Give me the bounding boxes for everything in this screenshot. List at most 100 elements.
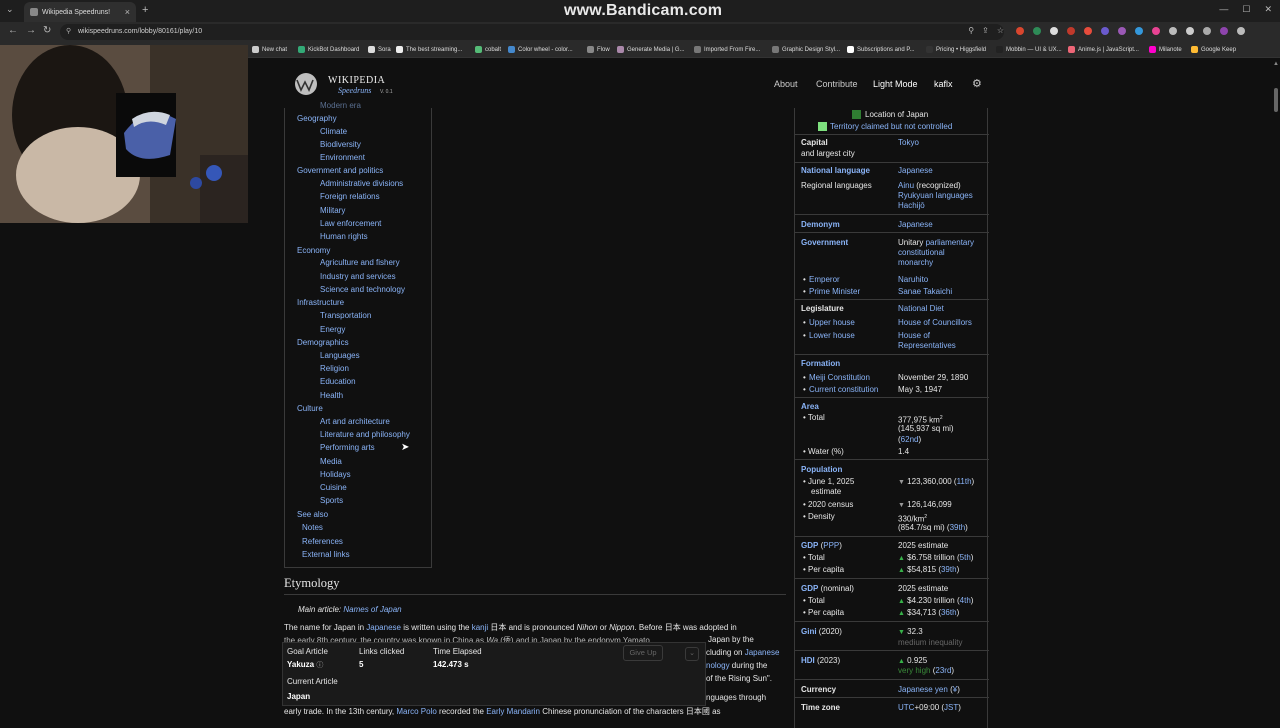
bookmark-item[interactable]: The best streaming...	[396, 46, 462, 53]
toc-item[interactable]: Government and politics	[297, 166, 383, 175]
toc-item[interactable]: Economy	[297, 246, 330, 255]
extension-icon[interactable]	[1033, 27, 1041, 35]
nav-user[interactable]: kaflx	[934, 79, 953, 89]
profile-avatar-icon[interactable]	[1220, 27, 1228, 35]
regional-language-link[interactable]: Ryukyuan languages	[898, 191, 973, 202]
main-article-link[interactable]: Names of Japan	[343, 605, 401, 614]
toc-item[interactable]: Education	[320, 377, 356, 386]
toc-item[interactable]: Transportation	[320, 311, 371, 320]
demonym-link[interactable]: Japanese	[898, 220, 933, 231]
bookmark-item[interactable]: Pricing • Higgsfield	[926, 46, 986, 53]
toc-item[interactable]: Biodiversity	[320, 140, 361, 149]
bookmark-item[interactable]: Mobbin — UI & UX...	[996, 46, 1062, 53]
browser-tab[interactable]: Wikipedia Speedruns! ×	[24, 2, 136, 22]
extension-icon[interactable]	[1016, 27, 1024, 35]
toc-item[interactable]: Media	[320, 457, 342, 466]
prime-minister-link[interactable]: Prime Minister	[809, 287, 860, 298]
tab-search-icon[interactable]: ⌄	[6, 4, 14, 15]
bookmark-item[interactable]: New chat	[252, 46, 287, 53]
bookmark-item[interactable]: Color wheel - color...	[508, 46, 573, 53]
toc-item[interactable]: Agriculture and fishery	[320, 258, 400, 267]
bookmark-item[interactable]: Milanote	[1149, 46, 1182, 53]
bookmark-item[interactable]: Imported From Fire...	[694, 46, 760, 53]
bookmark-star-icon[interactable]: ☆	[997, 26, 1004, 35]
toc-item[interactable]: See also	[297, 510, 328, 519]
toc-item[interactable]: Environment	[320, 153, 365, 162]
bookmark-item[interactable]: Subscriptions and P...	[847, 46, 915, 53]
emperor-link[interactable]: Emperor	[809, 275, 840, 286]
emperor-name-link[interactable]: Naruhito	[898, 275, 928, 286]
lower-house-value-link[interactable]: House of	[898, 331, 930, 342]
infobox-section-link[interactable]: Population	[801, 465, 842, 476]
toc-item[interactable]: External links	[302, 550, 350, 559]
bookmark-item[interactable]: Sora	[368, 46, 391, 53]
toc-item[interactable]: Industry and services	[320, 272, 396, 281]
meiji-constitution-link[interactable]: Meiji Constitution	[809, 373, 870, 384]
bookmark-item[interactable]: Generate Media | G...	[617, 46, 685, 53]
toc-item[interactable]: Human rights	[320, 232, 368, 241]
toc-item[interactable]: Geography	[297, 114, 337, 123]
url-field[interactable]: ⚲ wikispeedruns.com/lobby/80161/play/10	[60, 24, 1004, 40]
new-tab-icon[interactable]: +	[142, 4, 148, 16]
lower-house-value-link[interactable]: Representatives	[898, 341, 956, 352]
toc-item[interactable]: Climate	[320, 127, 347, 136]
legend-territory-link[interactable]: Territory claimed but not controlled	[830, 122, 952, 133]
prime-minister-name-link[interactable]: Sanae Takaichi	[898, 287, 952, 298]
extension-icon[interactable]	[1135, 27, 1143, 35]
toc-item[interactable]: Notes	[302, 523, 323, 532]
toc-item[interactable]: Literature and philosophy	[320, 430, 410, 439]
extension-icon[interactable]	[1152, 27, 1160, 35]
capital-link[interactable]: Tokyo	[898, 138, 919, 149]
toc-item[interactable]: Energy	[320, 325, 345, 334]
infobox-section-link[interactable]: Formation	[801, 359, 840, 370]
toc-item[interactable]: Infrastructure	[297, 298, 344, 307]
extension-icon[interactable]	[1101, 27, 1109, 35]
government-link[interactable]: monarchy	[898, 258, 933, 269]
give-up-button[interactable]: Give Up	[623, 645, 663, 661]
lower-house-link[interactable]: Lower house	[809, 331, 855, 342]
toc-item[interactable]: Religion	[320, 364, 349, 373]
extension-icon[interactable]	[1084, 27, 1092, 35]
regional-language-link[interactable]: Hachijō	[898, 201, 925, 212]
bookmark-item[interactable]: cobalt	[475, 46, 501, 53]
bookmark-item[interactable]: KickBot Dashboard	[298, 46, 359, 53]
zoom-icon[interactable]: ⚲	[968, 26, 974, 35]
toc-item[interactable]: Science and technology	[320, 285, 405, 294]
collapse-chevron-icon[interactable]: ⌄	[685, 647, 699, 661]
toc-item[interactable]: Military	[320, 206, 345, 215]
bookmark-item[interactable]: Google Keep	[1191, 46, 1236, 53]
close-tab-icon[interactable]: ×	[125, 7, 130, 17]
forward-icon[interactable]: →	[26, 25, 36, 36]
extension-icon[interactable]	[1067, 27, 1075, 35]
infobox-label-link[interactable]: Government	[801, 238, 848, 249]
back-icon[interactable]: ←	[8, 25, 18, 36]
toc-item[interactable]: Culture	[297, 404, 323, 413]
extensions-puzzle-icon[interactable]	[1169, 27, 1177, 35]
menu-kebab-icon[interactable]	[1237, 27, 1245, 35]
toc-item[interactable]: Law enforcement	[320, 219, 381, 228]
close-window-icon[interactable]: ✕	[1264, 4, 1272, 15]
infobox-label-link[interactable]: Demonym	[801, 220, 840, 231]
legislature-link[interactable]: National Diet	[898, 304, 944, 315]
toc-item[interactable]: Cuisine	[320, 483, 347, 492]
toc-item[interactable]: Art and architecture	[320, 417, 390, 426]
toc-item[interactable]: Performing arts	[320, 443, 375, 452]
bookmark-item[interactable]: Anime.js | JavaScript...	[1068, 46, 1139, 53]
scroll-up-arrow-icon[interactable]: ▲	[1273, 61, 1279, 67]
info-icon[interactable]: ⓘ	[316, 662, 323, 669]
upper-house-value-link[interactable]: House of Councillors	[898, 318, 972, 329]
infobox-label-link[interactable]: National language	[801, 166, 870, 177]
toc-item[interactable]: Demographics	[297, 338, 349, 347]
settings-gear-icon[interactable]: ⚙	[972, 77, 982, 90]
language-link[interactable]: Japanese	[898, 166, 933, 177]
upper-house-link[interactable]: Upper house	[809, 318, 855, 329]
current-constitution-link[interactable]: Current constitution	[809, 385, 878, 396]
site-info-icon[interactable]: ⚲	[66, 27, 71, 35]
bookmark-item[interactable]: Flow	[587, 46, 610, 53]
sidepanel-icon[interactable]	[1203, 27, 1211, 35]
share-icon[interactable]: ⇪	[982, 26, 989, 35]
download-icon[interactable]	[1186, 27, 1194, 35]
government-link[interactable]: constitutional	[898, 248, 945, 259]
toc-item[interactable]: Administrative divisions	[320, 179, 403, 188]
page-scrollbar-thumb[interactable]	[1274, 88, 1278, 112]
